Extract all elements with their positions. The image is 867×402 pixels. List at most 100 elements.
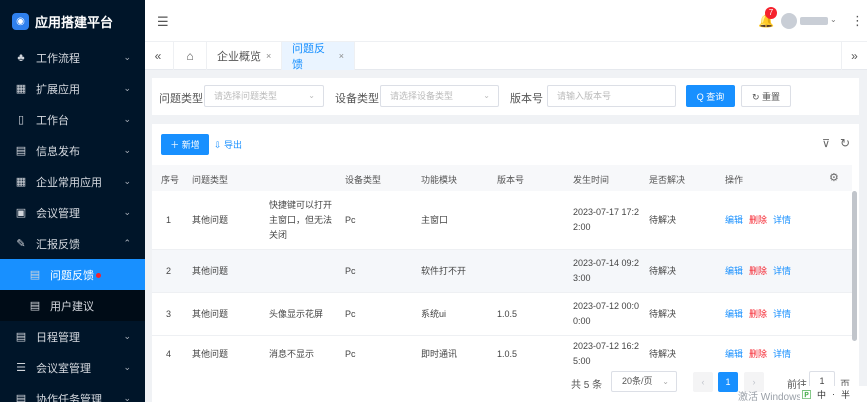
ime-width[interactable]: 半 — [841, 388, 850, 401]
column-header: 操作 — [725, 175, 744, 185]
version-input[interactable]: 请输入版本号 — [547, 85, 676, 107]
doc-icon: ▤ — [29, 300, 41, 312]
cell-device: Pc — [345, 349, 356, 359]
column-header: 设备类型 — [345, 175, 382, 185]
cell-time: 2023-07-17 17:2 2:00 — [573, 205, 639, 235]
description-line: 主窗口，但无法 — [269, 215, 333, 225]
device-type-select[interactable]: 请选择设备类型 ⌄ — [380, 85, 499, 107]
ime-language[interactable]: 中 — [817, 388, 826, 401]
ime-toolbar[interactable]: 🄿 中 · 半 — [800, 386, 867, 402]
delete-link[interactable]: 删除 — [749, 264, 767, 279]
page-button-current[interactable]: 1 — [718, 372, 738, 392]
menu-toggle-icon[interactable]: ☰ — [157, 14, 169, 30]
table-row[interactable]: 4 其他问题 消息不显示 Pc 即时通讯 1.0.5 2023-07-12 16… — [152, 336, 852, 366]
table-scrollbar[interactable] — [852, 191, 857, 341]
tab-issue-feedback[interactable]: 问题反馈 × — [282, 42, 355, 71]
avatar[interactable] — [781, 13, 797, 29]
cell-status: 待解决 — [649, 309, 677, 319]
issue-type-label: 问题类型 — [159, 93, 203, 105]
sidebar-item-tasks[interactable]: ▤ 协作任务管理 ⌄ — [0, 383, 145, 402]
cell-type: 其他问题 — [192, 215, 229, 225]
close-icon[interactable]: × — [266, 51, 271, 61]
ime-logo-icon[interactable]: 🄿 — [802, 388, 811, 401]
sidebar-item-workflow[interactable]: ♣ 工作流程 ⌄ — [0, 42, 145, 73]
schedule-icon: ▤ — [15, 331, 27, 343]
edit-link[interactable]: 编辑 — [725, 264, 743, 279]
add-button[interactable]: ＋ 新增 — [161, 134, 209, 155]
edit-link[interactable]: 编辑 — [725, 213, 743, 228]
task-icon: ▤ — [15, 393, 27, 402]
refresh-icon[interactable]: ↻ — [840, 136, 850, 150]
chevron-down-icon: ⌄ — [123, 114, 131, 124]
ime-punctuation[interactable]: · — [832, 389, 835, 399]
app-logo[interactable]: ◉ 应用搭建平台 — [0, 0, 145, 42]
cell-module: 软件打不开 — [421, 266, 467, 276]
sidebar-item-schedule[interactable]: ▤ 日程管理 ⌄ — [0, 321, 145, 352]
cell-status: 待解决 — [649, 215, 677, 225]
column-header: 版本号 — [497, 175, 525, 185]
username-redacted[interactable] — [800, 17, 828, 25]
table-row[interactable]: 2 其他问题 Pc 软件打不开 2023-07-14 09:2 3:00 待解决… — [152, 250, 852, 293]
query-button[interactable]: Q 查询 — [686, 85, 735, 107]
sidebar-item-label: 工作流程 — [36, 52, 80, 65]
cell-description: 消息不显示 — [269, 349, 315, 359]
tab-label: 问题反馈 — [292, 43, 325, 71]
chevron-down-icon: ⌄ — [483, 91, 490, 100]
close-icon[interactable]: × — [339, 51, 344, 61]
sidebar-item-common-apps[interactable]: ▦ 企业常用应用 ⌄ — [0, 166, 145, 197]
sidebar-item-meetings[interactable]: ▣ 会议管理 ⌄ — [0, 197, 145, 228]
detail-link[interactable]: 详情 — [773, 264, 791, 279]
detail-link[interactable]: 详情 — [773, 213, 791, 228]
column-header: 功能模块 — [421, 175, 458, 185]
sidebar-item-extended-apps[interactable]: ▦ 扩展应用 ⌄ — [0, 73, 145, 104]
cell-type: 其他问题 — [192, 266, 229, 276]
more-vertical-icon[interactable]: ⋮ — [851, 13, 864, 29]
delete-link[interactable]: 删除 — [749, 307, 767, 322]
sidebar-item-reports[interactable]: ✎ 汇报反馈 ⌃ — [0, 228, 145, 259]
detail-link[interactable]: 详情 — [773, 347, 791, 362]
sidebar-item-issue-feedback[interactable]: ▤ 问题反馈 — [0, 259, 145, 290]
delete-link[interactable]: 删除 — [749, 213, 767, 228]
table-row[interactable]: 1 其他问题 快捷键可以打开 主窗口，但无法 关闭 Pc 主窗口 2023-07… — [152, 191, 852, 250]
chevron-down-icon[interactable]: ⌄ — [830, 15, 837, 24]
delete-link[interactable]: 删除 — [749, 347, 767, 362]
cell-module: 即时通讯 — [421, 349, 458, 359]
prev-page-button[interactable]: ‹ — [693, 372, 713, 392]
sidebar-item-label: 日程管理 — [36, 331, 80, 344]
table-row[interactable]: 3 其他问题 头像显示花屏 Pc 系统ui 1.0.5 2023-07-12 0… — [152, 293, 852, 336]
time-line: 2023-07-17 17:2 — [573, 207, 640, 217]
tab-enterprise-overview[interactable]: 企业概览 × — [207, 42, 283, 70]
cell-device: Pc — [345, 266, 356, 276]
tabs-scroll-left-icon[interactable]: « — [145, 42, 171, 70]
chevron-down-icon: ⌄ — [662, 377, 669, 386]
phone-icon: ▯ — [17, 114, 25, 126]
chevron-down-icon: ⌄ — [123, 52, 131, 62]
column-header: 是否解决 — [649, 175, 686, 185]
export-button[interactable]: ⇩ 导出 — [214, 138, 242, 151]
detail-link[interactable]: 详情 — [773, 307, 791, 322]
chevron-down-icon: ⌄ — [123, 83, 131, 93]
news-icon: ▤ — [15, 145, 27, 157]
home-tab-icon[interactable]: ⌂ — [173, 42, 207, 70]
app-logo-icon: ◉ — [12, 12, 29, 30]
notification-badge: 7 — [765, 7, 777, 19]
edit-link[interactable]: 编辑 — [725, 347, 743, 362]
sidebar-item-label: 汇报反馈 — [36, 238, 80, 251]
page-size-select[interactable]: 20条/页 ⌄ — [611, 371, 677, 392]
sidebar-item-publishing[interactable]: ▤ 信息发布 ⌄ — [0, 135, 145, 166]
sidebar-item-workbench[interactable]: ▯ 工作台 ⌄ — [0, 104, 145, 135]
filter-icon[interactable]: ⊽ — [822, 137, 830, 150]
reset-button[interactable]: ↻ 重置 — [741, 85, 791, 107]
sidebar-item-meeting-rooms[interactable]: ☰ 会议室管理 ⌄ — [0, 352, 145, 383]
tabs-scroll-right-icon[interactable]: » — [841, 42, 867, 70]
page-size-value: 20条/页 — [622, 376, 653, 386]
sidebar-item-user-suggestions[interactable]: ▤ 用户建议 — [0, 290, 145, 321]
pagination-total: 共 5 条 — [571, 380, 603, 391]
cell-type: 其他问题 — [192, 309, 229, 319]
table-card: ＋ 新增 ⇩ 导出 ⊽ ↻ 序号 问题类型 设备类型 功能模块 版本号 发生时间… — [152, 124, 859, 402]
edit-link[interactable]: 编辑 — [725, 307, 743, 322]
column-settings-icon[interactable]: ⚙ — [829, 171, 839, 184]
cell-time: 2023-07-12 16:2 5:00 — [573, 339, 639, 366]
unread-dot — [96, 273, 101, 279]
issue-type-select[interactable]: 请选择问题类型 ⌄ — [204, 85, 324, 107]
